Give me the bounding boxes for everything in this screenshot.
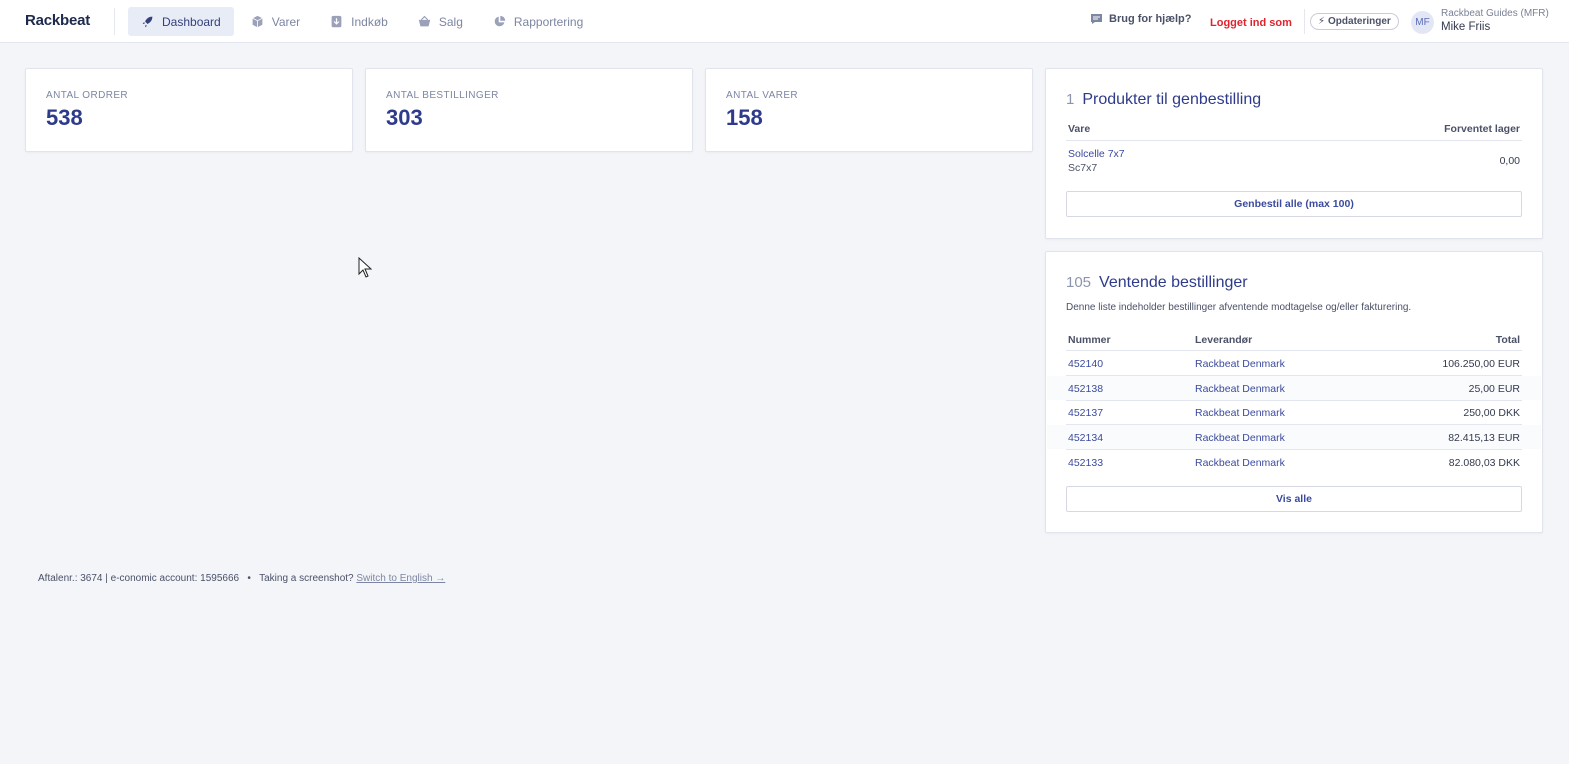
user-name[interactable]: Mike Friis [1441, 21, 1490, 33]
order-total: 25,00 EUR [1468, 383, 1520, 395]
stat-card-orders: ANTAL ORDRER 538 [25, 68, 353, 152]
stat-value: 158 [726, 105, 763, 130]
mouse-cursor-icon [358, 257, 372, 278]
supplier-link[interactable]: Rackbeat Denmark [1195, 432, 1285, 444]
nav-item-salg[interactable]: Salg [405, 7, 476, 36]
nav-label-rapportering: Rapportering [513, 14, 584, 29]
stat-label: ANTAL ORDRER [46, 90, 129, 101]
order-number-link[interactable]: 452134 [1068, 432, 1103, 444]
order-total: 82.080,03 DKK [1448, 457, 1520, 469]
stat-value: 538 [46, 105, 83, 130]
expected-stock-value: 0,00 [1499, 155, 1520, 167]
pie-chart-icon [494, 15, 506, 27]
nav-label-varer: Varer [271, 14, 301, 29]
order-number-link[interactable]: 452140 [1068, 358, 1103, 370]
column-header-supplier: Leverandør [1195, 334, 1253, 346]
switch-language-link[interactable]: Switch to English → [356, 573, 445, 584]
header-divider [1304, 9, 1305, 34]
user-company[interactable]: Rackbeat Guides (MFR) [1441, 8, 1549, 19]
order-number-link[interactable]: 452137 [1068, 407, 1103, 419]
order-number-link[interactable]: 452138 [1068, 383, 1103, 395]
purchase-icon [331, 15, 342, 28]
rocket-icon [142, 16, 153, 28]
product-link[interactable]: Solcelle 7x7 [1068, 148, 1125, 160]
footer-separator: • [247, 573, 251, 584]
screenshot-prompt: Taking a screenshot? [259, 573, 354, 584]
order-total: 250,00 DKK [1463, 407, 1520, 419]
column-header-product: Vare [1068, 123, 1091, 135]
updates-label: Opdateringer [1328, 16, 1391, 27]
stat-label: ANTAL VARER [726, 90, 799, 101]
stat-card-products: ANTAL VARER 158 [705, 68, 1033, 152]
column-header-number: Nummer [1068, 334, 1111, 346]
product-sku: Sc7x7 [1068, 162, 1098, 174]
footer: Aftalenr.: 3674 | e-conomic account: 159… [38, 573, 445, 584]
top-navigation-bar: Rackbeat Dashboard Varer Indkøb Salg Rap… [0, 0, 1569, 43]
nav-item-rapportering[interactable]: Rapportering [480, 7, 596, 36]
logged-in-as-label[interactable]: Logget ind som [1210, 17, 1292, 29]
pending-title: Ventende bestillinger [1099, 274, 1248, 291]
reorder-title: Produkter til genbestilling [1082, 91, 1262, 108]
supplier-link[interactable]: Rackbeat Denmark [1195, 383, 1285, 395]
stat-value: 303 [386, 105, 423, 130]
lightning-icon: ⚡ [1318, 16, 1326, 27]
nav-label-indkob: Indkøb [351, 14, 388, 29]
reorder-count: 1 [1066, 91, 1075, 108]
reorder-all-button[interactable]: Genbestil alle (max 100) [1066, 191, 1522, 217]
panel-header: 105 Ventende bestillinger [1066, 274, 1248, 292]
rackbeat-logo[interactable]: Rackbeat [25, 12, 90, 29]
nav-label-dashboard: Dashboard [162, 14, 221, 29]
pending-description: Denne liste indeholder bestillinger afve… [1066, 302, 1412, 313]
logo-divider [114, 8, 115, 35]
row-divider [1066, 400, 1522, 401]
chat-icon [1091, 14, 1102, 24]
basket-icon [418, 15, 431, 27]
avatar[interactable]: MF [1411, 11, 1434, 34]
supplier-link[interactable]: Rackbeat Denmark [1195, 407, 1285, 419]
box-icon [252, 15, 263, 28]
nav-item-indkob[interactable]: Indkøb [317, 7, 401, 36]
order-total: 82.415,13 EUR [1448, 432, 1520, 444]
column-header-total: Total [1495, 334, 1520, 346]
nav-item-dashboard[interactable]: Dashboard [128, 7, 234, 36]
pending-orders-panel: 105 Ventende bestillinger Denne liste in… [1045, 251, 1543, 533]
stat-label: ANTAL BESTILLINGER [386, 90, 499, 101]
table-divider [1066, 140, 1522, 141]
help-button[interactable]: Brug for hjælp? [1090, 13, 1192, 25]
account-info: Aftalenr.: 3674 | e-conomic account: 159… [38, 573, 240, 584]
table-divider [1066, 350, 1522, 351]
nav-label-salg: Salg [438, 14, 463, 29]
help-label: Brug for hjælp? [1109, 13, 1192, 25]
order-number-link[interactable]: 452133 [1068, 457, 1103, 469]
pending-count: 105 [1066, 274, 1092, 291]
reorder-panel: 1 Produkter til genbestilling Vare Forve… [1045, 68, 1543, 239]
table-row[interactable] [1047, 376, 1541, 400]
order-total: 106.250,00 EUR [1442, 358, 1520, 370]
supplier-link[interactable]: Rackbeat Denmark [1195, 457, 1285, 469]
nav-item-varer[interactable]: Varer [238, 7, 313, 36]
panel-header: 1 Produkter til genbestilling [1066, 91, 1261, 109]
updates-button[interactable]: ⚡ Opdateringer [1310, 13, 1399, 30]
supplier-link[interactable]: Rackbeat Denmark [1195, 358, 1285, 370]
column-header-expected-stock: Forventet lager [1444, 123, 1520, 135]
main-nav: Dashboard Varer Indkøb Salg Rapportering [128, 7, 596, 36]
show-all-button[interactable]: Vis alle [1066, 486, 1522, 512]
row-divider [1066, 449, 1522, 450]
stat-card-purchase-orders: ANTAL BESTILLINGER 303 [365, 68, 693, 152]
